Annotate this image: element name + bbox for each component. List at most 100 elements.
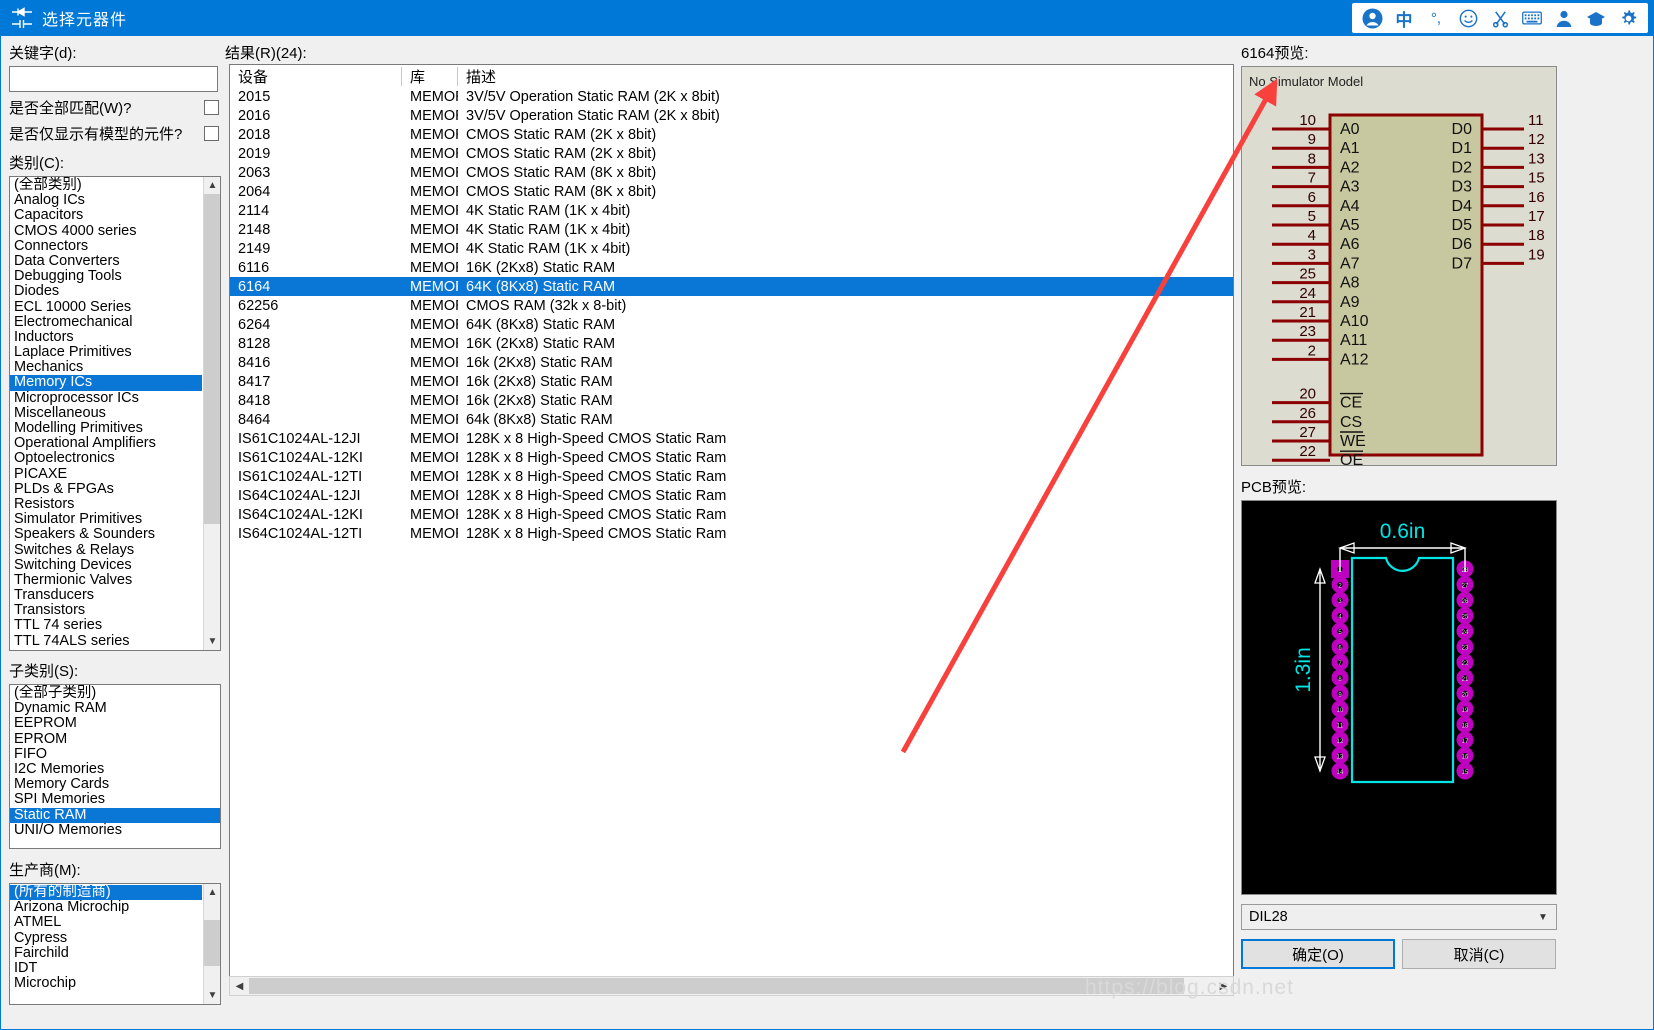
results-horizontal-scrollbar[interactable]: ◀ ▶ — [229, 976, 1234, 996]
manufacturer-item-2[interactable]: ATMEL — [10, 915, 202, 930]
scroll-thumb[interactable] — [249, 978, 1184, 994]
scroll-down-icon[interactable]: ▼ — [204, 633, 220, 650]
ime-toolbar[interactable]: 中 °, — [1352, 3, 1648, 33]
subcategory-item-6[interactable]: Memory Cards — [10, 776, 220, 792]
category-scrollbar[interactable]: ▲ ▼ — [203, 177, 220, 650]
table-row[interactable]: 8128 MEMORY 16K (2Kx8) Static RAM — [230, 334, 1233, 353]
category-item-12[interactable]: Mechanics — [10, 360, 202, 375]
scroll-thumb[interactable] — [204, 920, 220, 966]
category-item-20[interactable]: PLDs & FPGAs — [10, 481, 202, 497]
table-row[interactable]: 2019 MEMORY CMOS Static RAM (2K x 8bit) — [230, 144, 1233, 163]
subcategory-item-2[interactable]: EEPROM — [10, 716, 220, 731]
table-row[interactable]: 2016 MEMORY 3V/5V Operation Static RAM (2K… — [230, 106, 1233, 125]
only-modelled-row[interactable]: 是否仅显示有模型的元件? — [9, 123, 221, 144]
table-row[interactable]: 6116 MEMORY 16K (2Kx8) Static RAM — [230, 258, 1233, 277]
column-header-library[interactable]: 库 — [401, 66, 458, 87]
category-item-16[interactable]: Modelling Primitives — [10, 420, 202, 436]
subcategory-item-9[interactable]: UNI/O Memories — [10, 822, 220, 838]
subcategory-item-3[interactable]: EPROM — [10, 731, 220, 747]
table-row[interactable]: 8416 MEMORY 16k (2Kx8) Static RAM — [230, 353, 1233, 372]
manufacturer-item-4[interactable]: Fairchild — [10, 945, 202, 961]
category-item-2[interactable]: Capacitors — [10, 208, 202, 223]
person-icon[interactable] — [1553, 7, 1575, 29]
manufacturer-item-3[interactable]: Cypress — [10, 930, 202, 946]
table-row[interactable]: IS64C1024AL-12TI MEMORY 128K x 8 High-Spee… — [230, 524, 1233, 543]
category-item-27[interactable]: Transducers — [10, 587, 202, 603]
subcategory-item-7[interactable]: SPI Memories — [10, 792, 220, 807]
category-item-1[interactable]: Analog ICs — [10, 192, 202, 208]
category-listbox[interactable]: (全部类别) Analog ICs Capacitors CMOS 4000 seri… — [9, 176, 221, 651]
category-item-14[interactable]: Microprocessor ICs — [10, 390, 202, 406]
chevron-down-icon[interactable]: ▼ — [1530, 905, 1556, 929]
table-row[interactable]: 2149 MEMORY 4K Static RAM (1K x 4bit) — [230, 239, 1233, 258]
subcategory-item-4[interactable]: FIFO — [10, 746, 220, 762]
table-row[interactable]: 2018 MEMORY CMOS Static RAM (2K x 8bit) — [230, 125, 1233, 144]
emoji-icon[interactable] — [1457, 7, 1479, 29]
category-item-9[interactable]: Electromechanical — [10, 314, 202, 330]
scroll-up-icon[interactable]: ▲ — [204, 884, 220, 901]
category-item-17[interactable]: Operational Amplifiers — [10, 435, 202, 451]
manufacturer-item-0[interactable]: (所有的制造商) — [10, 884, 202, 901]
subcategory-item-8[interactable]: Static RAM — [10, 807, 220, 823]
category-item-30[interactable]: TTL 74ALS series — [10, 633, 202, 649]
category-item-26[interactable]: Thermionic Valves — [10, 572, 202, 588]
gear-icon[interactable] — [1617, 7, 1639, 29]
scroll-thumb[interactable] — [204, 194, 220, 524]
table-row[interactable]: 8418 MEMORY 16k (2Kx8) Static RAM — [230, 391, 1233, 410]
manufacturer-item-5[interactable]: IDT — [10, 960, 202, 976]
category-item-3[interactable]: CMOS 4000 series — [10, 223, 202, 239]
column-header-device[interactable]: 设备 — [230, 66, 402, 87]
table-row[interactable]: 2015 MEMORY 3V/5V Operation Static RAM (2K… — [230, 87, 1233, 106]
table-row[interactable]: 2148 MEMORY 4K Static RAM (1K x 4bit) — [230, 220, 1233, 239]
category-item-15[interactable]: Miscellaneous — [10, 405, 202, 421]
table-row[interactable]: IS61C1024AL-12JI MEMORY 128K x 8 High-Spee… — [230, 429, 1233, 448]
table-row[interactable]: IS64C1024AL-12JI MEMORY 128K x 8 High-Spee… — [230, 486, 1233, 505]
category-item-21[interactable]: Resistors — [10, 496, 202, 512]
subcategory-item-5[interactable]: I2C Memories — [10, 761, 220, 777]
table-row[interactable]: 2114 MEMORY 4K Static RAM (1K x 4bit) — [230, 201, 1233, 220]
category-item-25[interactable]: Switching Devices — [10, 557, 202, 573]
manufacturer-item-6[interactable]: Microchip — [10, 975, 202, 991]
category-item-8[interactable]: ECL 10000 Series — [10, 299, 202, 315]
keyboard-icon[interactable] — [1521, 7, 1543, 29]
category-item-23[interactable]: Speakers & Sounders — [10, 527, 202, 542]
cancel-button[interactable]: 取消(C) — [1402, 939, 1556, 969]
category-item-5[interactable]: Data Converters — [10, 253, 202, 269]
chinese-input-icon[interactable]: 中 — [1393, 7, 1415, 30]
table-row[interactable]: 2064 MEMORY CMOS Static RAM (8K x 8bit) — [230, 182, 1233, 201]
scroll-down-icon[interactable]: ▼ — [204, 987, 220, 1004]
table-row[interactable]: IS61C1024AL-12KI MEMORY 128K x 8 High-Spee… — [230, 448, 1233, 467]
category-item-22[interactable]: Simulator Primitives — [10, 511, 202, 527]
package-dropdown[interactable]: DIL28 ▼ — [1241, 904, 1557, 930]
scissors-icon[interactable] — [1489, 7, 1511, 29]
punctuation-icon[interactable]: °, — [1425, 7, 1447, 29]
category-item-7[interactable]: Diodes — [10, 284, 202, 299]
table-row[interactable]: 2063 MEMORY CMOS Static RAM (8K x 8bit) — [230, 163, 1233, 182]
only-modelled-checkbox[interactable] — [204, 126, 219, 141]
category-item-19[interactable]: PICAXE — [10, 466, 202, 482]
ok-button[interactable]: 确定(O) — [1241, 939, 1395, 969]
subcategory-item-0[interactable]: (全部子类别) — [10, 685, 220, 701]
subcategory-item-1[interactable]: Dynamic RAM — [10, 700, 220, 716]
table-row[interactable]: 6264 MEMORY 64K (8Kx8) Static RAM — [230, 315, 1233, 334]
table-row[interactable]: IS64C1024AL-12KI MEMORY 128K x 8 High-Spee… — [230, 505, 1233, 524]
category-item-4[interactable]: Connectors — [10, 238, 202, 254]
manufacturer-listbox[interactable]: (所有的制造商) Arizona Microchip ATMEL Cypress Fai… — [9, 883, 221, 1005]
match-all-checkbox[interactable] — [204, 100, 219, 115]
column-header-description[interactable]: 描述 — [457, 66, 1233, 87]
subcategory-listbox[interactable]: (全部子类别) Dynamic RAM EEPROM EPROM FIFO I2C Mem… — [9, 684, 221, 849]
category-item-24[interactable]: Switches & Relays — [10, 542, 202, 558]
manufacturer-scrollbar[interactable]: ▲ ▼ — [203, 884, 220, 1004]
category-item-28[interactable]: Transistors — [10, 603, 202, 618]
results-table[interactable]: 设备 库 描述 2015 MEMORY 3V/5V Operation Static… — [229, 64, 1234, 994]
category-item-0[interactable]: (全部类别) — [10, 177, 202, 193]
scroll-up-icon[interactable]: ▲ — [204, 177, 220, 194]
match-all-row[interactable]: 是否全部匹配(W)? — [9, 97, 221, 118]
scroll-left-icon[interactable]: ◀ — [230, 977, 249, 995]
table-row[interactable]: IS61C1024AL-12TI MEMORY 128K x 8 High-Spee… — [230, 467, 1233, 486]
table-row[interactable]: 8464 MEMORY 64k (8Kx8) Static RAM — [230, 410, 1233, 429]
table-row[interactable]: 62256 MEMORY CMOS RAM (32k x 8-bit) — [230, 296, 1233, 315]
manufacturer-item-1[interactable]: Arizona Microchip — [10, 899, 202, 915]
table-row[interactable]: 8417 MEMORY 16k (2Kx8) Static RAM — [230, 372, 1233, 391]
keyword-input[interactable] — [9, 66, 218, 92]
